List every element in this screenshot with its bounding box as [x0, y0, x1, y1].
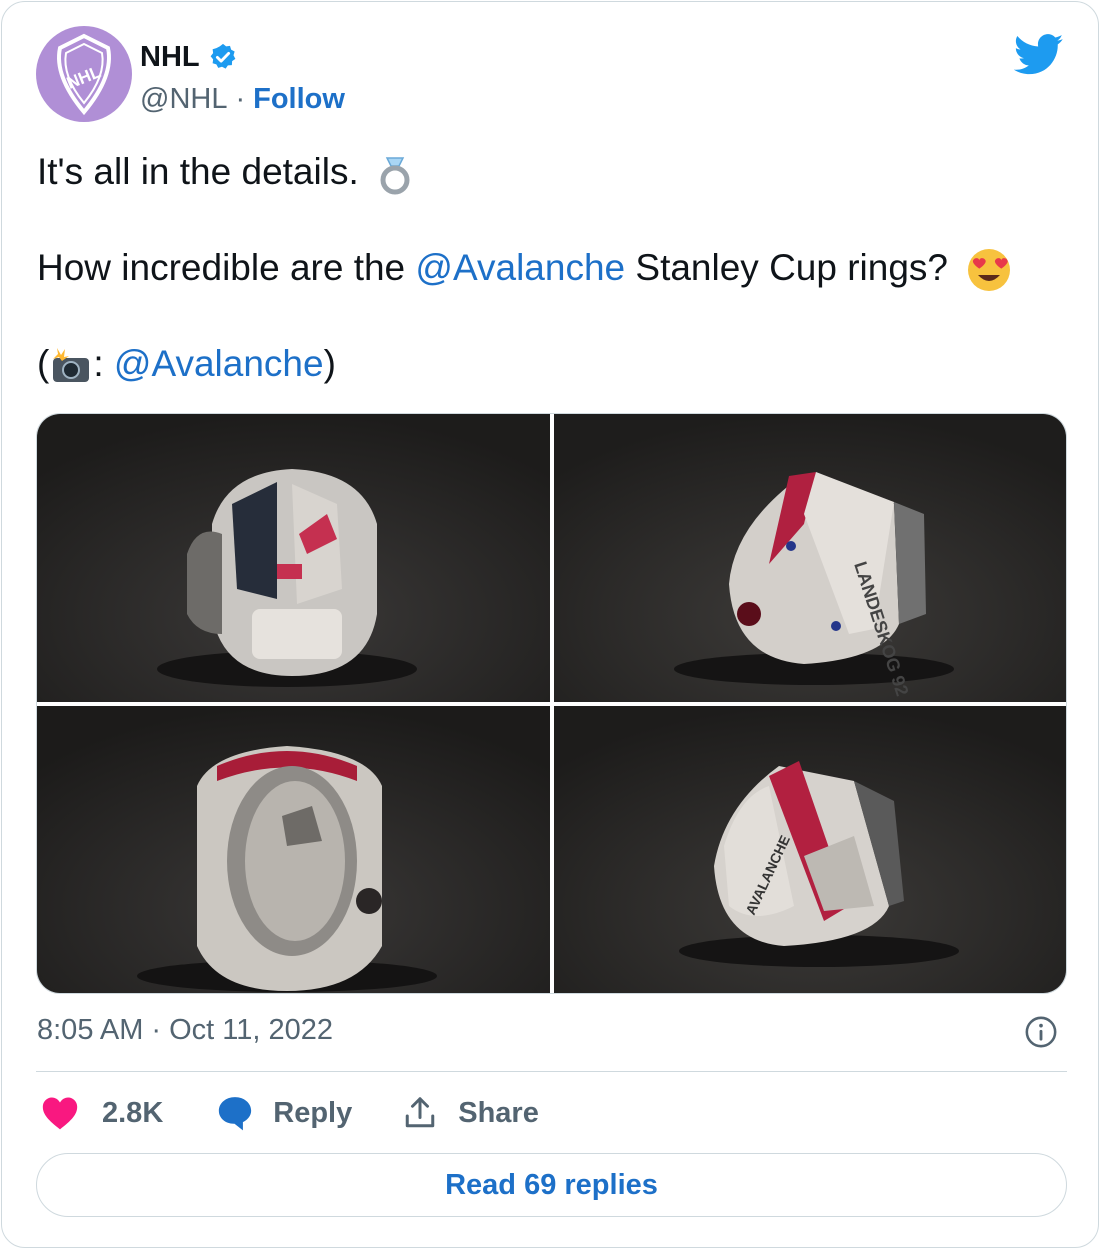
tweet-text: How incredible are the	[37, 247, 416, 288]
mention-link[interactable]: @Avalanche	[415, 247, 625, 288]
media-grid: LANDESKOG 92 AVALANCHE	[36, 413, 1067, 994]
tweet-text: It's all in the details.	[37, 151, 359, 192]
svg-text:NHL: NHL	[64, 62, 104, 93]
tweet-text-line-1: It's all in the details.	[37, 150, 415, 196]
tweet-time: 8:05 AM	[37, 1014, 144, 1046]
separator: ·	[151, 1014, 162, 1046]
photo-ring-side-2[interactable]: AVALANCHE	[554, 706, 1066, 993]
follow-button[interactable]: Follow	[253, 83, 345, 116]
ring-photo-image	[37, 414, 550, 702]
tweet-text-line-3: ( : @Avalanche)	[37, 342, 336, 386]
like-button[interactable]: 2.8K	[40, 1095, 163, 1131]
author-handle[interactable]: @NHL	[140, 83, 227, 116]
tweet-text: Stanley Cup rings?	[625, 247, 949, 288]
info-icon[interactable]	[1024, 1015, 1058, 1049]
author-name-row: NHL	[140, 40, 238, 74]
tweet-text-line-2: How incredible are the @Avalanche Stanle…	[37, 246, 1012, 293]
photo-ring-front[interactable]	[37, 414, 550, 702]
camera-flash-emoji-icon	[53, 348, 90, 383]
nhl-logo-icon: NHL	[57, 33, 111, 116]
like-count: 2.8K	[102, 1096, 164, 1129]
timestamp[interactable]: 8:05 AM · Oct 11, 2022	[37, 1014, 333, 1047]
reply-button[interactable]: Reply	[215, 1094, 352, 1132]
reply-label: Reply	[273, 1096, 353, 1129]
handle-row: @NHL · Follow	[140, 82, 345, 116]
twitter-bird-icon[interactable]	[1014, 34, 1064, 76]
author-name[interactable]: NHL	[140, 41, 200, 74]
tweet-card: NHL NHL @NHL · Follow It's all in the de…	[1, 1, 1099, 1248]
heart-eyes-emoji-icon	[968, 249, 1011, 292]
avatar[interactable]: NHL	[36, 26, 132, 122]
tweet-text: (	[37, 343, 50, 384]
action-bar: 2.8K Reply Share	[40, 1090, 539, 1136]
photo-ring-side[interactable]: LANDESKOG 92	[554, 414, 1066, 702]
heart-icon	[42, 1097, 78, 1130]
read-replies-label: Read 69 replies	[445, 1168, 658, 1201]
ring-photo-image: LANDESKOG 92	[554, 414, 1066, 702]
verified-badge-icon	[210, 43, 235, 69]
ring-photo-image: AVALANCHE	[554, 706, 1066, 993]
tweet-text: :	[93, 343, 114, 384]
divider	[36, 1071, 1067, 1072]
ring-photo-image	[37, 706, 550, 993]
separator: ·	[235, 82, 246, 115]
photo-ring-inside[interactable]	[37, 706, 550, 993]
reply-bubble-icon	[219, 1097, 252, 1131]
share-label: Share	[458, 1096, 539, 1129]
share-button[interactable]: Share	[402, 1095, 539, 1131]
mention-link[interactable]: @Avalanche	[114, 343, 324, 384]
tweet-text: )	[323, 343, 336, 384]
share-icon	[406, 1097, 435, 1128]
read-replies-button[interactable]: Read 69 replies	[36, 1153, 1067, 1217]
ring-emoji-icon	[380, 157, 410, 195]
tweet-date: Oct 11, 2022	[169, 1014, 333, 1046]
